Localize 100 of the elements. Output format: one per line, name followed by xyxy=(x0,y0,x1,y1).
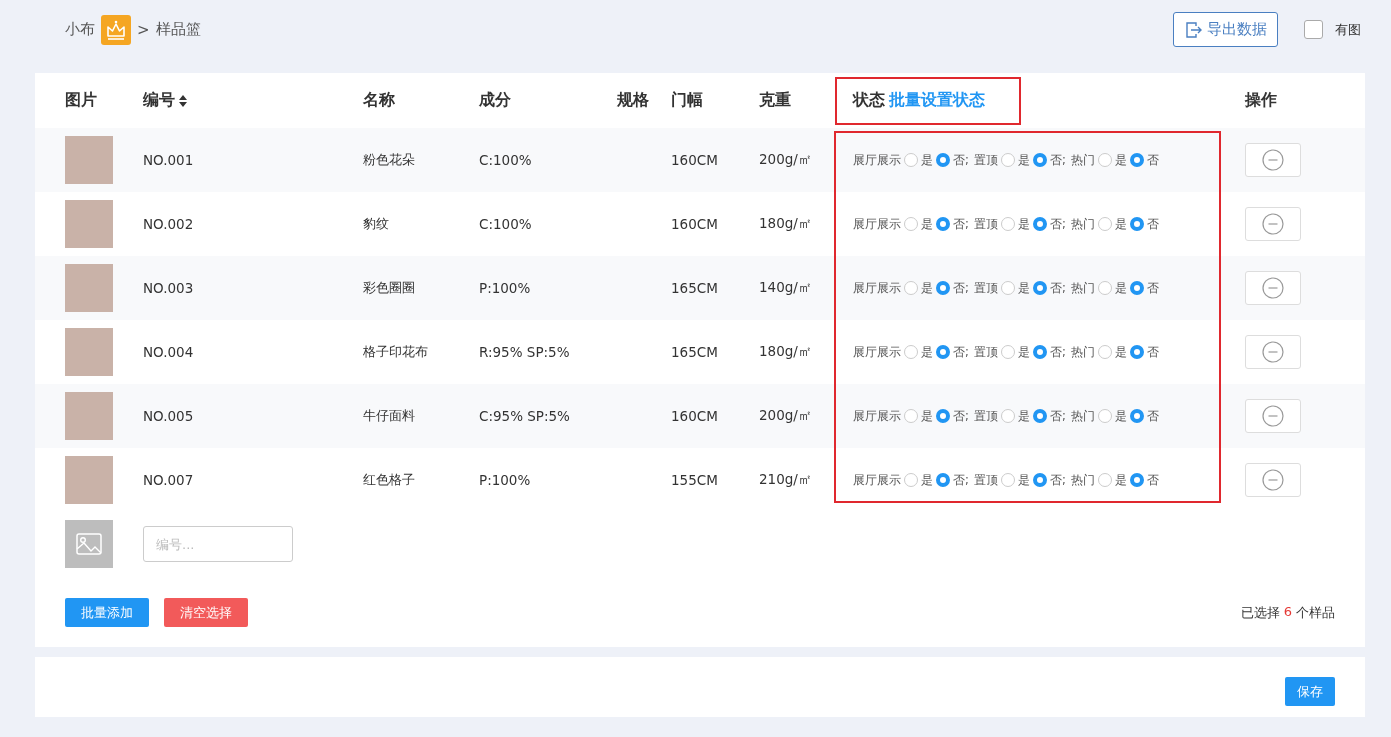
radio-button[interactable] xyxy=(1032,409,1047,423)
radio-button[interactable] xyxy=(1000,217,1015,231)
radio-button[interactable] xyxy=(1129,473,1144,487)
radio-group-label: 置顶 xyxy=(973,152,998,168)
breadcrumb-page: 样品篮 xyxy=(155,20,201,39)
radio-button[interactable] xyxy=(904,409,918,423)
table-cell: C:100% xyxy=(479,152,532,168)
radio-button[interactable] xyxy=(1000,473,1015,487)
save-button[interactable]: 保存 xyxy=(1285,677,1335,706)
radio-button[interactable] xyxy=(936,217,950,231)
radio-button[interactable] xyxy=(1097,281,1112,295)
remove-button[interactable] xyxy=(1245,335,1301,369)
radio-group-label: 热门 xyxy=(1070,280,1095,296)
radio-button[interactable] xyxy=(1032,217,1047,231)
column-header[interactable]: 编号 xyxy=(143,90,175,111)
radio-button[interactable] xyxy=(1032,345,1047,359)
radio-button[interactable] xyxy=(936,473,950,487)
radio-button[interactable] xyxy=(904,345,918,359)
radio-button[interactable] xyxy=(904,153,918,167)
batch-status-link[interactable]: 批量设置状态 xyxy=(889,90,985,111)
minus-circle-icon xyxy=(1262,341,1284,363)
radio-label: 否; xyxy=(1049,216,1066,232)
export-button[interactable]: 导出数据 xyxy=(1173,12,1278,47)
radio-button[interactable] xyxy=(1097,153,1112,167)
radio-button[interactable] xyxy=(1097,345,1112,359)
radio-button[interactable] xyxy=(1129,409,1144,423)
radio-button[interactable] xyxy=(936,345,950,359)
radio-label: 否; xyxy=(1049,344,1066,360)
radio-group-label: 置顶 xyxy=(973,344,998,360)
radio-group-label: 置顶 xyxy=(973,472,998,488)
radio-button[interactable] xyxy=(1000,281,1015,295)
radio-group-label: 展厅展示 xyxy=(853,280,901,296)
remove-button[interactable] xyxy=(1245,463,1301,497)
radio-button[interactable] xyxy=(1000,153,1015,167)
radio-button[interactable] xyxy=(1032,281,1047,295)
radio-button[interactable] xyxy=(1032,153,1047,167)
radio-button[interactable] xyxy=(1000,345,1015,359)
table-cell: 200g/㎡ xyxy=(759,407,812,425)
column-header: 图片 xyxy=(65,90,97,111)
radio-button[interactable] xyxy=(936,153,950,167)
radio-label: 是 xyxy=(921,408,933,424)
radio-group-label: 展厅展示 xyxy=(853,408,901,424)
radio-button[interactable] xyxy=(1129,345,1144,359)
radio-button[interactable] xyxy=(904,281,918,295)
table-cell: C:95% SP:5% xyxy=(479,408,570,424)
radio-label: 否; xyxy=(953,472,969,488)
selected-label: 个样品 xyxy=(1296,603,1335,622)
table-cell: 165CM xyxy=(671,280,718,296)
minus-circle-icon xyxy=(1262,149,1284,171)
checkbox[interactable] xyxy=(1304,20,1323,39)
radio-button[interactable] xyxy=(1097,409,1112,423)
radio-button[interactable] xyxy=(904,473,918,487)
table-cell: 豹纹 xyxy=(363,215,389,233)
photo-placeholder xyxy=(65,328,113,376)
batch-add-button[interactable]: 批量添加 xyxy=(65,598,149,627)
radio-label: 是 xyxy=(1017,216,1030,232)
radio-label: 否; xyxy=(1049,152,1066,168)
remove-button[interactable] xyxy=(1245,143,1301,177)
radio-label: 否; xyxy=(953,344,969,360)
photo-placeholder xyxy=(65,264,113,312)
code-input-field[interactable]: 编号... xyxy=(143,526,293,562)
table-cell: NO.001 xyxy=(143,152,194,168)
radio-button[interactable] xyxy=(1129,281,1144,295)
radio-button[interactable] xyxy=(936,281,950,295)
crown-icon xyxy=(101,14,131,45)
radio-group-label: 置顶 xyxy=(973,280,998,296)
radio-label: 是 xyxy=(921,280,933,296)
table-cell: 180g/㎡ xyxy=(759,343,812,361)
table-cell: C:100% xyxy=(479,216,532,232)
table-cell: 160CM xyxy=(671,216,718,232)
table-cell: NO.002 xyxy=(143,216,194,232)
table-cell: 格子印花布 xyxy=(363,343,428,361)
table-cell: 160CM xyxy=(671,152,718,168)
radio-label: 否 xyxy=(1146,280,1159,296)
sort-icon[interactable] xyxy=(179,94,187,107)
radio-button[interactable] xyxy=(1000,409,1015,423)
column-header: 状态 xyxy=(853,90,885,111)
radio-button[interactable] xyxy=(1129,217,1144,231)
radio-button[interactable] xyxy=(1129,153,1144,167)
radio-button[interactable] xyxy=(936,409,950,423)
radio-label: 否 xyxy=(1146,472,1159,488)
breadcrumb-separator: > xyxy=(137,20,150,39)
remove-button[interactable] xyxy=(1245,399,1301,433)
radio-label: 是 xyxy=(1017,472,1030,488)
table-cell: 彩色圈圈 xyxy=(363,279,415,297)
clear-selection-button[interactable]: 清空选择 xyxy=(164,598,248,627)
radio-button[interactable] xyxy=(1097,473,1112,487)
radio-button[interactable] xyxy=(904,217,918,231)
remove-button[interactable] xyxy=(1245,207,1301,241)
table-cell: R:95% SP:5% xyxy=(479,344,570,360)
photo-placeholder xyxy=(65,392,113,440)
table-cell: 140g/㎡ xyxy=(759,279,812,297)
radio-label: 是 xyxy=(1114,344,1127,360)
radio-group-label: 热门 xyxy=(1070,408,1095,424)
remove-button[interactable] xyxy=(1245,271,1301,305)
radio-button[interactable] xyxy=(1097,217,1112,231)
photo-placeholder xyxy=(65,136,113,184)
radio-label: 是 xyxy=(1017,344,1030,360)
radio-group-label: 置顶 xyxy=(973,216,998,232)
radio-button[interactable] xyxy=(1032,473,1047,487)
